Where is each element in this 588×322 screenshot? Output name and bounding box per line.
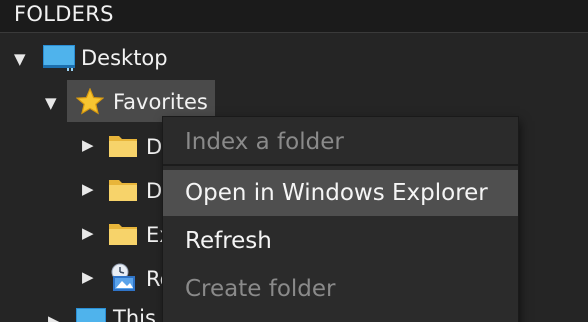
folders-header: FOLDERS: [0, 0, 588, 33]
desktop-icon: [43, 45, 75, 71]
tree-item-folder-label: D: [146, 135, 163, 159]
folders-title: FOLDERS: [14, 2, 114, 26]
context-menu: Index a folder Open in Windows Explorer …: [163, 117, 518, 322]
collapse-arrow-icon[interactable]: ▶: [82, 182, 94, 197]
folders-panel: FOLDERS ▼ Desktop ▼ Favorites ▶ D ▶ D ▶ …: [0, 0, 588, 322]
menu-item-refresh[interactable]: Refresh: [163, 218, 518, 264]
folder-icon: [109, 224, 137, 245]
collapse-arrow-icon[interactable]: ▶: [82, 226, 94, 241]
collapse-arrow-icon[interactable]: ▶: [48, 314, 60, 322]
expand-arrow-icon[interactable]: ▼: [45, 96, 57, 111]
tree-item-desktop-label: Desktop: [81, 46, 168, 70]
star-icon: [76, 88, 104, 115]
folder-icon: [109, 136, 137, 157]
folder-icon: [109, 180, 137, 201]
tree-item-this-pc-label: This: [113, 306, 156, 322]
tree-item-folder-label: D: [146, 179, 163, 203]
menu-item-label: Index a folder: [185, 129, 344, 155]
menu-separator: [163, 164, 518, 166]
menu-item-open-in-explorer[interactable]: Open in Windows Explorer: [163, 170, 518, 216]
menu-item-index-folder[interactable]: Index a folder: [163, 119, 518, 165]
collapse-arrow-icon[interactable]: ▶: [82, 270, 94, 285]
collapse-arrow-icon[interactable]: ▶: [82, 138, 94, 153]
menu-item-create-folder[interactable]: Create folder: [163, 266, 518, 312]
expand-arrow-icon[interactable]: ▼: [14, 52, 26, 67]
menu-item-label: Create folder: [185, 276, 336, 302]
menu-item-label: Open in Windows Explorer: [185, 180, 488, 206]
tree-item-favorites-label: Favorites: [113, 90, 208, 114]
computer-icon: [76, 308, 106, 322]
recent-places-icon: [111, 263, 135, 291]
menu-item-label: Refresh: [185, 228, 272, 254]
